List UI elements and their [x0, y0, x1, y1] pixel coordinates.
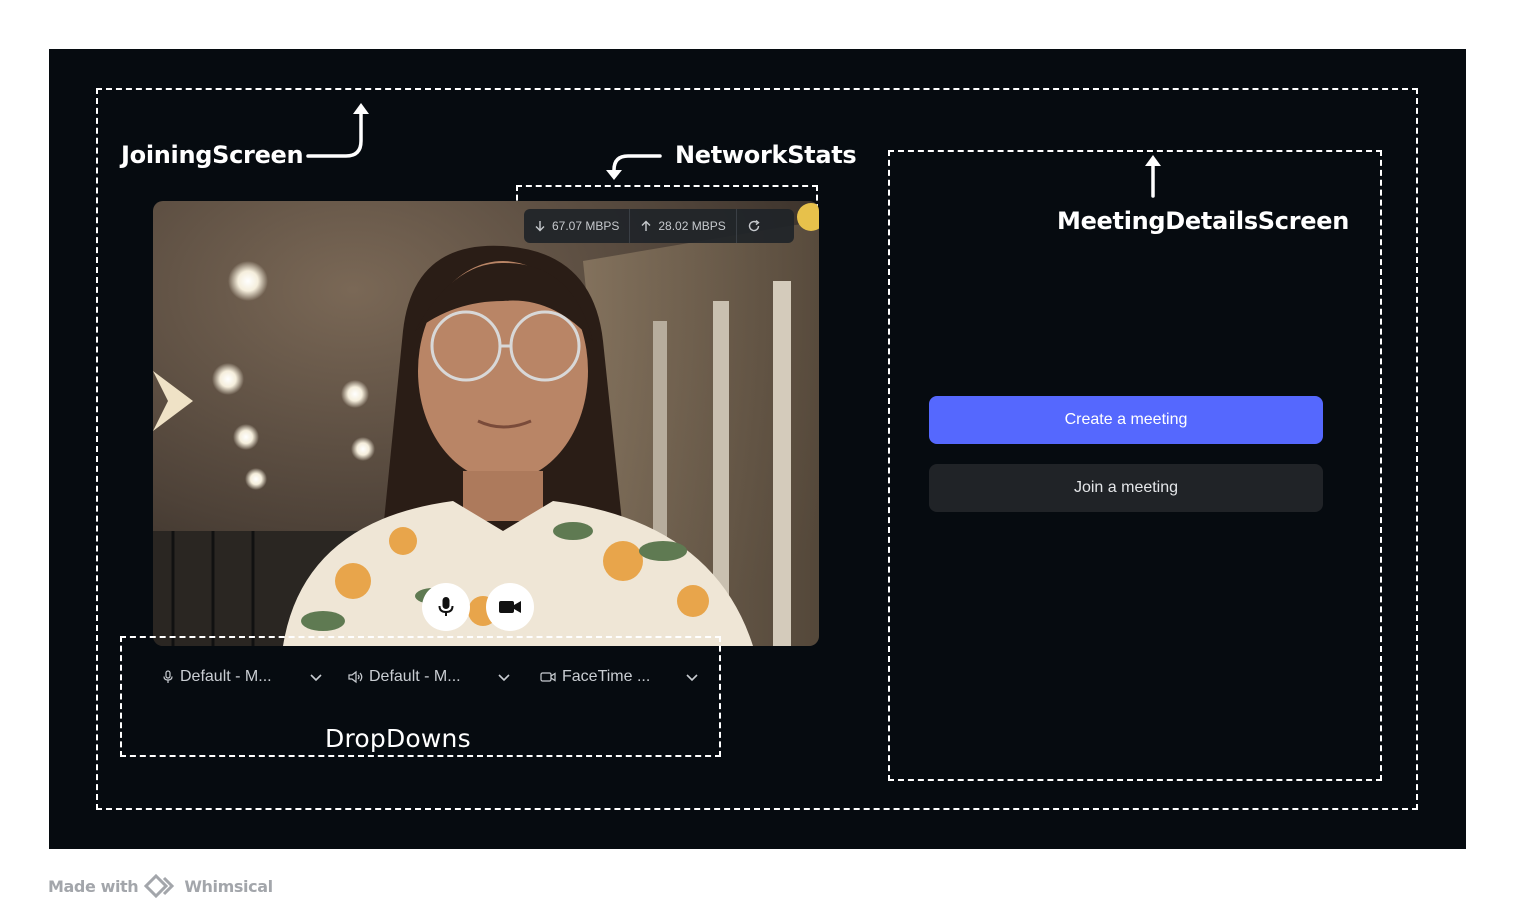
video-preview	[153, 201, 819, 646]
camera-dropdown-value: FaceTime ...	[562, 668, 651, 685]
dropdowns-label: DropDowns	[325, 724, 471, 753]
made-with-text: Made with	[48, 876, 139, 896]
create-meeting-button[interactable]: Create a meeting	[929, 396, 1323, 444]
network-stats-label: NetworkStats	[675, 141, 857, 169]
join-meeting-button[interactable]: Join a meeting	[929, 464, 1323, 512]
upload-speed: 28.02 MBPS	[658, 219, 726, 233]
microphone-dropdown[interactable]: Default - M...	[162, 664, 326, 690]
microphone-dropdown-value: Default - M...	[180, 668, 272, 685]
microphone-toggle-button[interactable]	[422, 583, 470, 631]
meeting-details-label: MeetingDetailsScreen	[1057, 207, 1349, 235]
video-camera-icon	[540, 672, 556, 682]
made-with-footer: Made with Whimsical	[48, 874, 273, 898]
speaker-icon	[348, 670, 363, 684]
upload-stat: 28.02 MBPS	[630, 209, 735, 243]
arrow-up-icon	[641, 220, 651, 231]
microphone-icon	[438, 597, 454, 616]
speaker-dropdown[interactable]: Default - M...	[348, 664, 514, 690]
video-preview-image	[153, 201, 819, 646]
refresh-icon	[748, 219, 760, 232]
camera-dropdown[interactable]: FaceTime ...	[540, 664, 702, 690]
network-stats-bar: 67.07 MBPS 28.02 MBPS	[524, 209, 794, 243]
joining-screen-label: JoiningScreen	[121, 141, 304, 169]
chevron-down-icon	[686, 674, 698, 682]
video-camera-icon	[499, 601, 521, 613]
refresh-button[interactable]	[737, 209, 771, 243]
chevron-down-icon	[310, 674, 322, 682]
meeting-details-arrow	[1145, 155, 1161, 198]
whimsical-brand-text: Whimsical	[184, 876, 273, 896]
camera-toggle-button[interactable]	[486, 583, 534, 631]
whimsical-logo	[144, 874, 175, 898]
download-speed: 67.07 MBPS	[552, 219, 620, 233]
joining-screen-arrow	[306, 103, 369, 158]
chevron-down-icon	[498, 674, 510, 682]
speaker-dropdown-value: Default - M...	[369, 668, 461, 685]
download-stat: 67.07 MBPS	[524, 209, 629, 243]
microphone-icon	[163, 670, 173, 683]
arrow-down-icon	[535, 221, 545, 232]
network-stats-arrow	[606, 154, 662, 180]
